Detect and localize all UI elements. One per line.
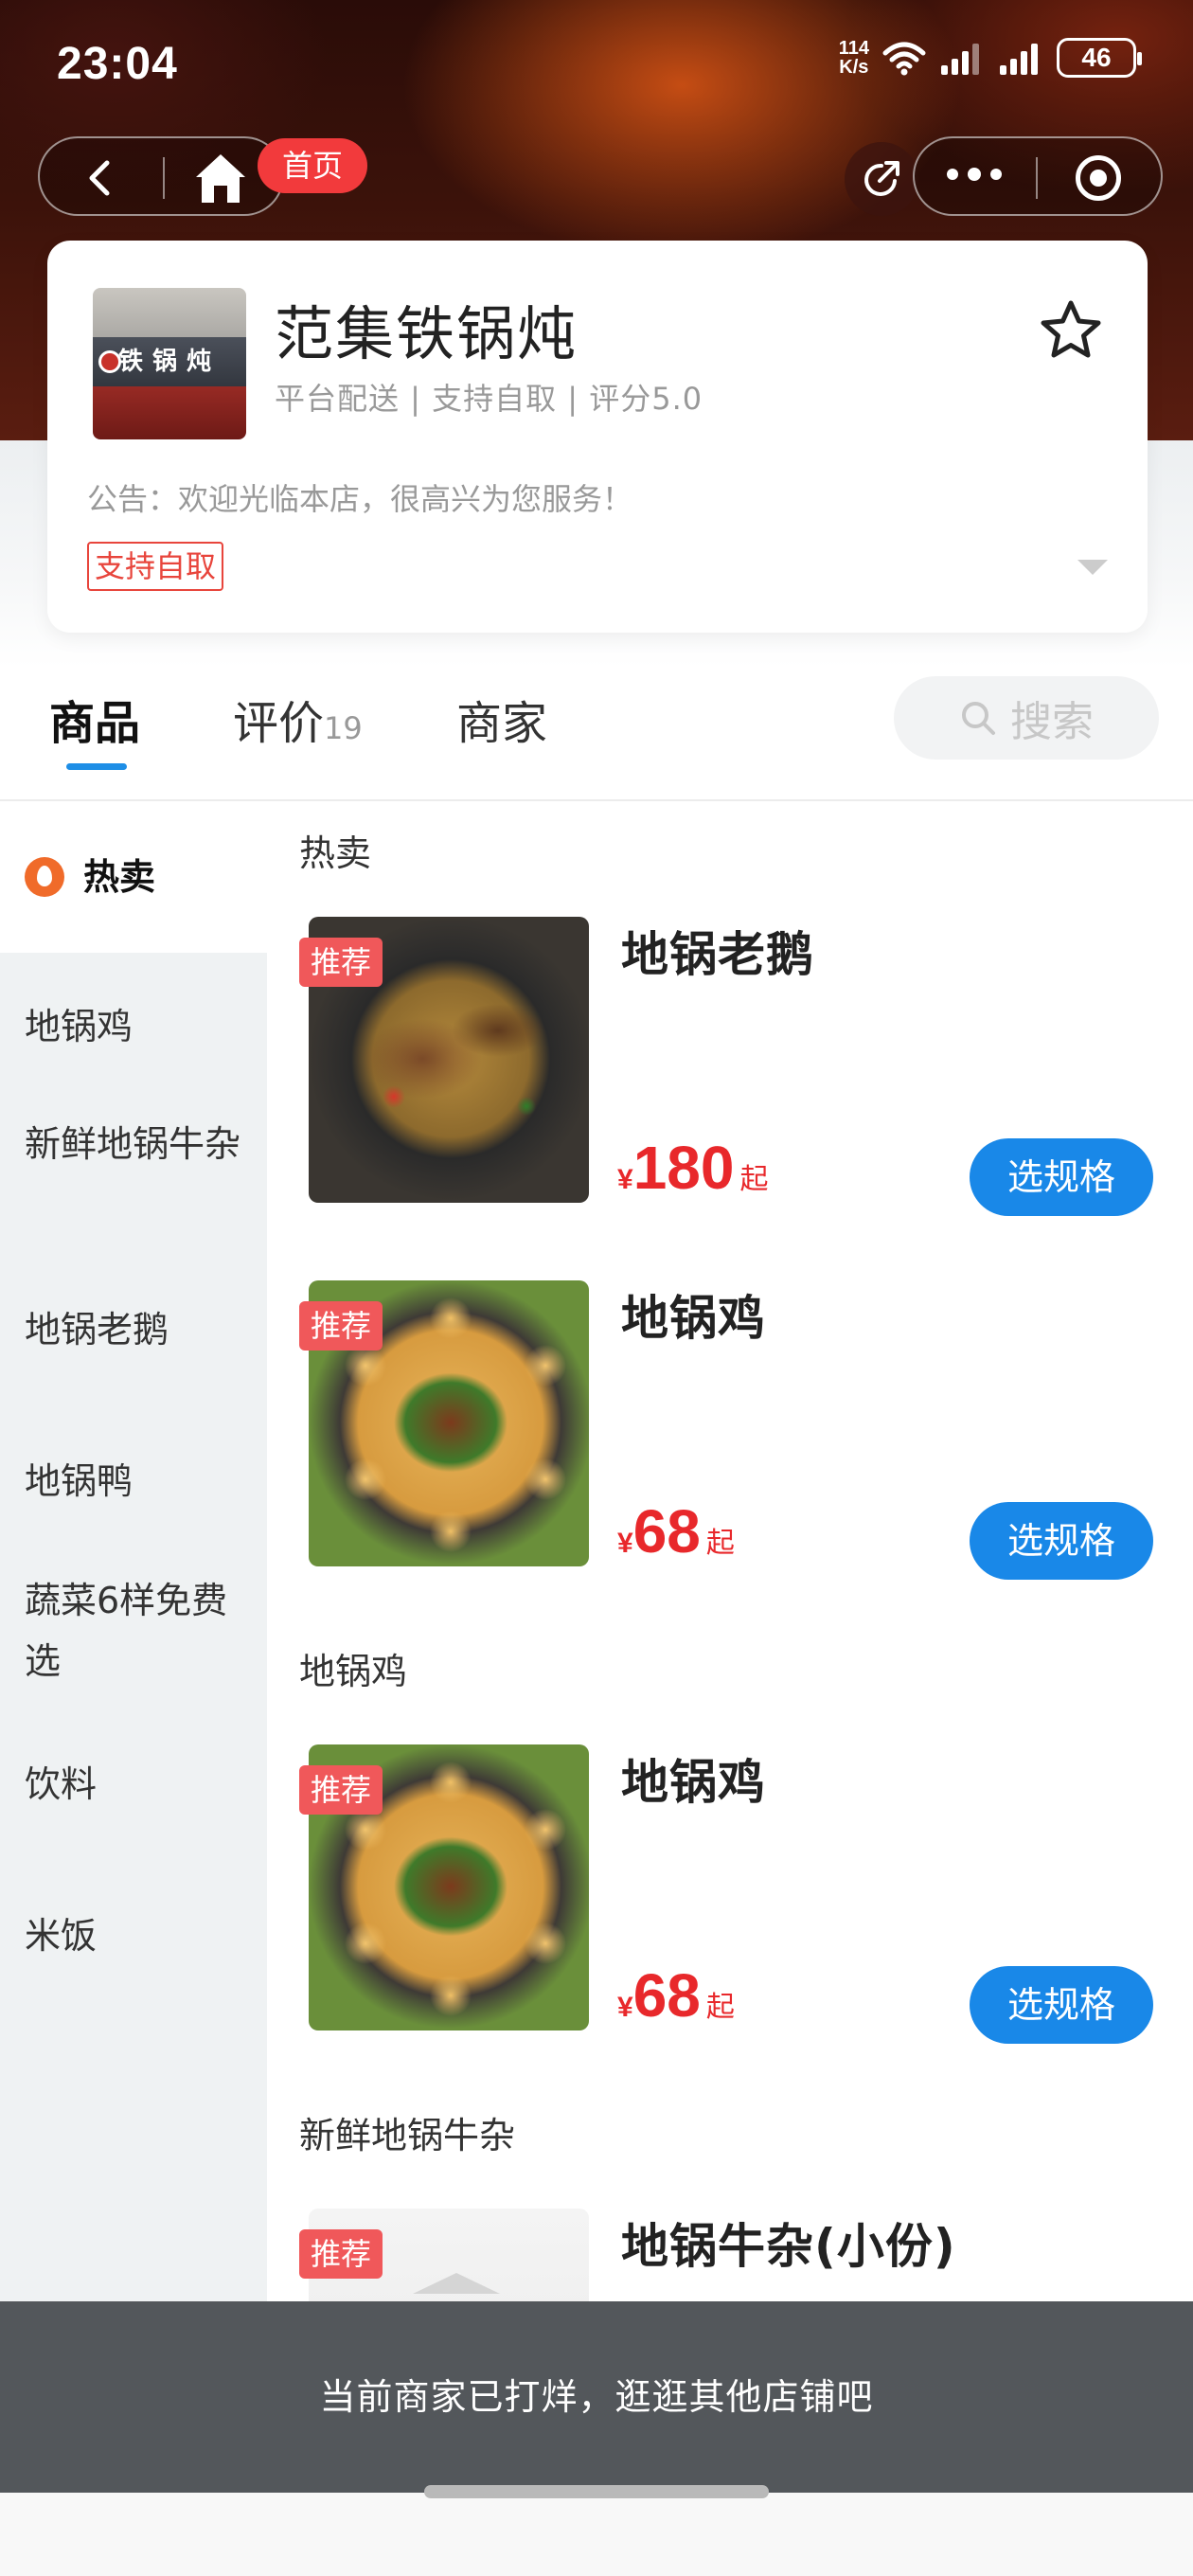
- tab-bar: 商品 评价19 商家 搜索: [0, 663, 1193, 800]
- product-name: 地锅鸡: [621, 1755, 766, 1810]
- signal-icon-2: [1000, 44, 1038, 75]
- review-count: 19: [324, 710, 363, 746]
- back-icon[interactable]: [81, 159, 119, 197]
- product-name: 地锅牛杂(小份): [621, 2219, 956, 2274]
- section-title-beef-tripe: 新鲜地锅牛杂: [299, 2115, 516, 2156]
- close-miniapp-icon[interactable]: [1076, 155, 1121, 201]
- shop-info-card: 铁锅炖 范集铁锅炖 平台配送 | 支持自取 | 评分5.0 公告：欢迎光临本店，…: [47, 241, 1148, 633]
- shop-name: 范集铁锅炖: [275, 299, 579, 368]
- logo-emblem: [98, 350, 121, 373]
- sidebar-item-drinks[interactable]: 饮料: [0, 1754, 267, 1815]
- expand-arrow-icon[interactable]: [1077, 560, 1108, 575]
- status-icons: 114 K/s 46: [838, 38, 1142, 78]
- select-spec-button[interactable]: 选规格: [970, 1966, 1153, 2044]
- sidebar-item-vegetables[interactable]: 蔬菜6样免费选: [0, 1570, 267, 1691]
- product-name: 地锅鸡: [621, 1291, 766, 1346]
- recommend-badge: 推荐: [299, 1765, 383, 1815]
- select-spec-button[interactable]: 选规格: [970, 1138, 1153, 1216]
- product-price: ¥68 起: [617, 1961, 735, 2030]
- shop-logo: 铁锅炖: [93, 288, 246, 439]
- home-badge[interactable]: 首页: [258, 138, 368, 193]
- signal-icon-1: [941, 44, 979, 75]
- nav-divider: [1036, 157, 1038, 199]
- network-speed: 114 K/s: [838, 38, 869, 78]
- recommend-badge: 推荐: [299, 1301, 383, 1351]
- tab-reviews[interactable]: 评价19: [233, 686, 363, 752]
- more-icon[interactable]: [947, 168, 1002, 181]
- product-item[interactable]: 推荐 地锅鸡 ¥68 起 选规格: [299, 1744, 1170, 2044]
- nav-capsule-right: [913, 136, 1163, 216]
- sidebar-item-beef-tripe[interactable]: 新鲜地锅牛杂: [0, 1114, 267, 1174]
- sidebar-item-hot[interactable]: 热卖: [0, 801, 267, 953]
- product-item[interactable]: 推荐 地锅老鹅 ¥180 起 选规格: [299, 917, 1170, 1216]
- home-indicator[interactable]: [424, 2485, 769, 2498]
- category-sidebar: 热卖 地锅鸡 新鲜地锅牛杂 地锅老鹅 地锅鸭 蔬菜6样免费选 饮料 米饭: [0, 801, 267, 2303]
- shop-meta: 平台配送 | 支持自取 | 评分5.0: [275, 381, 703, 417]
- product-price: ¥180 起: [617, 1134, 769, 1202]
- sidebar-item-duck[interactable]: 地锅鸭: [0, 1451, 267, 1512]
- bottom-safe-area: [0, 2493, 1193, 2576]
- sidebar-item-chicken[interactable]: 地锅鸡: [0, 996, 267, 1057]
- product-price: ¥68 起: [617, 1497, 735, 1565]
- section-title-chicken: 地锅鸡: [299, 1651, 408, 1692]
- recommend-badge: 推荐: [299, 2229, 383, 2279]
- section-title-hot: 热卖: [299, 832, 372, 874]
- share-button[interactable]: [845, 142, 918, 216]
- sidebar-item-rice[interactable]: 米饭: [0, 1905, 267, 1966]
- shop-closed-banner: 当前商家已打烊，逛逛其他店铺吧: [0, 2301, 1193, 2493]
- fire-icon: [25, 857, 64, 897]
- status-time: 23:04: [57, 39, 178, 89]
- product-name: 地锅老鹅: [621, 927, 814, 982]
- home-icon[interactable]: [193, 152, 248, 205]
- product-item[interactable]: 推荐 地锅牛杂(小份): [299, 2209, 1170, 2301]
- search-input[interactable]: 搜索: [894, 676, 1159, 760]
- sidebar-item-goose[interactable]: 地锅老鹅: [0, 1299, 267, 1360]
- shop-notice: 公告：欢迎光临本店，很高兴为您服务！: [87, 481, 633, 517]
- favorite-star-icon[interactable]: [1038, 297, 1104, 364]
- tab-products[interactable]: 商品: [49, 686, 140, 752]
- nav-capsule-left: [38, 136, 284, 216]
- tab-merchant[interactable]: 商家: [456, 686, 547, 752]
- recommend-badge: 推荐: [299, 938, 383, 987]
- wifi-icon: [882, 42, 926, 76]
- pickup-tag: 支持自取: [87, 542, 224, 591]
- search-icon: [962, 702, 995, 735]
- battery-indicator: 46: [1057, 38, 1142, 78]
- select-spec-button[interactable]: 选规格: [970, 1502, 1153, 1580]
- share-icon: [864, 161, 899, 196]
- nav-divider: [163, 157, 165, 199]
- product-item[interactable]: 推荐 地锅鸡 ¥68 起 选规格: [299, 1280, 1170, 1580]
- tab-active-indicator: [66, 763, 127, 770]
